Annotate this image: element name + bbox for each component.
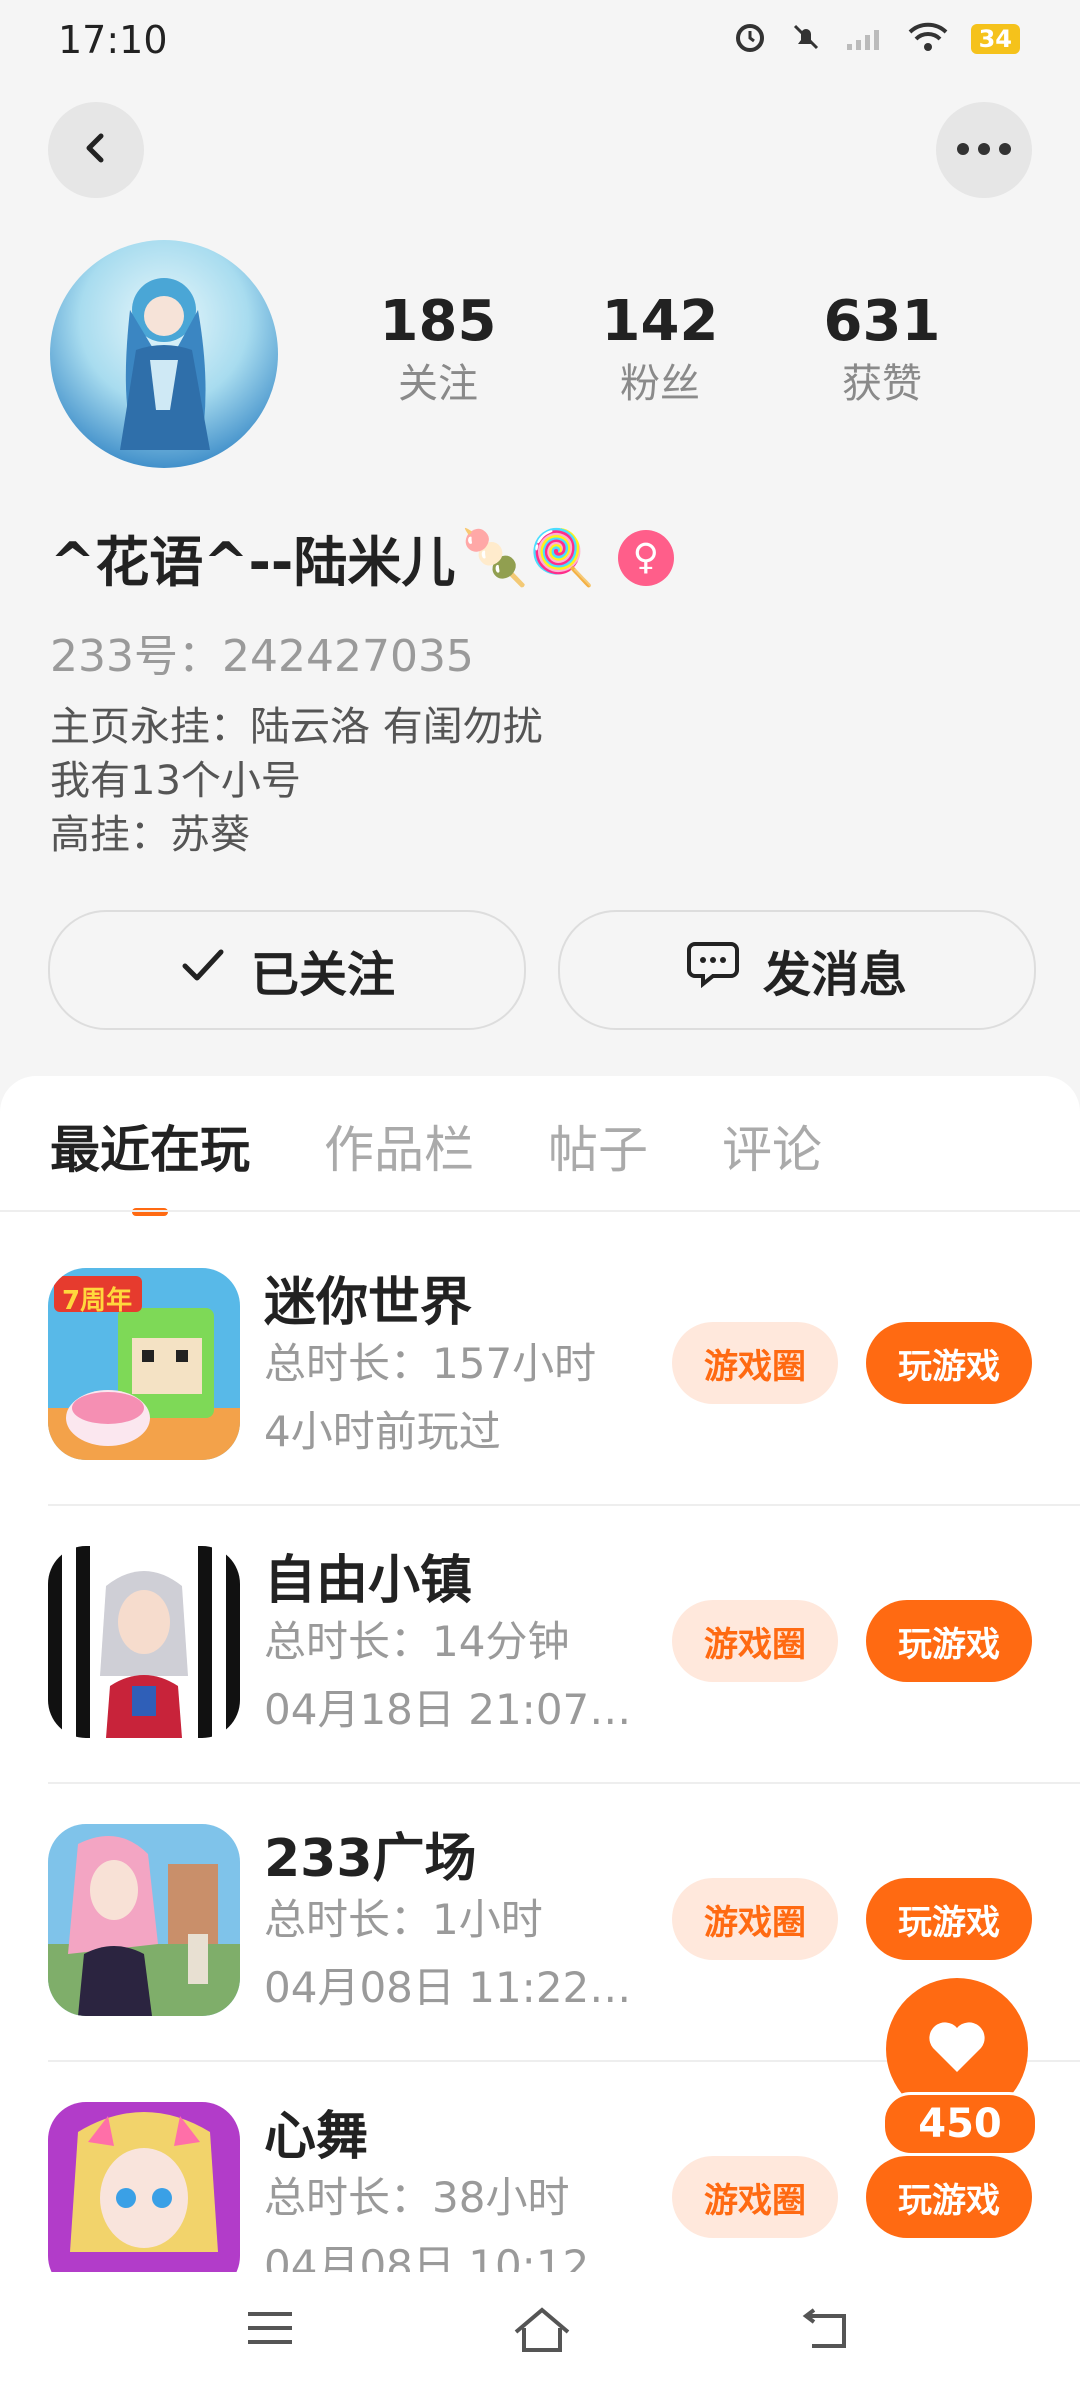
game-last-played: 04月18日 21:07… [264, 1685, 632, 1734]
menu-icon[interactable] [244, 2306, 296, 2354]
stat-following[interactable]: 185 关注 [358, 290, 518, 414]
profile-name-row: ^花语^--陆米儿 🍡🍭 ♀ [50, 518, 674, 597]
check-icon [179, 942, 227, 998]
alarm-icon [733, 20, 767, 58]
game-icon-mini-world: 7周年 [48, 1268, 240, 1460]
tab-recent-playing[interactable]: 最近在玩 [50, 1110, 250, 1216]
game-duration: 总时长：1小时 [264, 1895, 543, 1944]
game-duration: 总时长：157小时 [264, 1339, 597, 1388]
play-game-button[interactable]: 玩游戏 [866, 1322, 1032, 1404]
play-game-button[interactable]: 玩游戏 [866, 2156, 1032, 2238]
battery-indicator: 34 [970, 24, 1020, 54]
heart-icon [927, 2020, 987, 2078]
name-emojis: 🍡🍭 [461, 525, 596, 589]
bio-line: 我有13个小号 [50, 758, 301, 804]
tab-divider [0, 1210, 1080, 1212]
wifi-icon [907, 21, 949, 57]
game-last-played: 04月08日 11:22… [264, 1963, 632, 2012]
message-label: 发消息 [762, 947, 907, 1003]
anniversary-badge: 7周年 [62, 1286, 133, 1316]
following-button[interactable]: 已关注 [48, 910, 526, 1030]
system-nav-bar [0, 2272, 1080, 2400]
avatar[interactable] [50, 240, 278, 468]
stat-label: 粉丝 [620, 361, 700, 407]
game-last-played: 4小时前玩过 [264, 1407, 501, 1456]
following-label: 已关注 [250, 947, 395, 1003]
list-item[interactable]: 自由小镇 总时长：14分钟 04月18日 21:07… 游戏圈 玩游戏 [0, 1506, 1080, 1784]
stat-value: 142 [601, 289, 719, 354]
game-title: 233广场 [264, 1829, 477, 1889]
play-game-button[interactable]: 玩游戏 [866, 1878, 1032, 1960]
signal-icon [845, 22, 885, 56]
chevron-left-icon [78, 130, 114, 170]
status-time: 17:10 [58, 18, 168, 62]
stat-label: 获赞 [842, 361, 922, 407]
stat-likes[interactable]: 631 获赞 [802, 290, 962, 414]
game-title: 自由小镇 [264, 1551, 473, 1611]
game-last-played: 04月08日 10:12… [264, 2241, 632, 2272]
back-nav-icon[interactable] [800, 2306, 852, 2358]
bio-line: 高挂：苏葵 [50, 812, 250, 858]
profile-tabs: 最近在玩 作品栏 帖子 评论 [50, 1110, 822, 1216]
female-gender-icon: ♀ [617, 529, 674, 586]
tab-posts[interactable]: 帖子 [548, 1110, 648, 1182]
status-bar: 17:10 34 [0, 0, 1080, 80]
bio-line: 主页永挂：陆云洛 有闺勿扰 [50, 704, 543, 750]
like-count: 450 [882, 2092, 1038, 2156]
profile-bio: 主页永挂：陆云洛 有闺勿扰 我有13个小号 高挂：苏葵 [50, 700, 543, 862]
message-button[interactable]: 发消息 [558, 910, 1036, 1030]
game-circle-button[interactable]: 游戏圈 [672, 1600, 838, 1682]
play-game-button[interactable]: 玩游戏 [866, 1600, 1032, 1682]
stat-label: 关注 [398, 361, 478, 407]
user-id: 233号：242427035 [50, 631, 474, 682]
game-duration: 总时长：14分钟 [264, 1617, 570, 1666]
status-icons: 34 [733, 20, 1020, 58]
game-icon-233-plaza [48, 1824, 240, 2016]
game-icon-heart-dance [48, 2102, 240, 2272]
game-icon-free-town [48, 1546, 240, 1738]
home-icon[interactable] [512, 2306, 572, 2358]
tab-works[interactable]: 作品栏 [324, 1110, 474, 1182]
more-button[interactable] [936, 102, 1032, 198]
mute-icon [789, 20, 823, 58]
game-circle-button[interactable]: 游戏圈 [672, 1878, 838, 1960]
game-title: 迷你世界 [264, 1273, 473, 1333]
more-horizontal-icon [956, 141, 1012, 160]
game-duration: 总时长：38小时 [264, 2173, 570, 2222]
stat-fans[interactable]: 142 粉丝 [580, 290, 740, 414]
game-circle-button[interactable]: 游戏圈 [672, 1322, 838, 1404]
back-button[interactable] [48, 102, 144, 198]
tab-comments[interactable]: 评论 [722, 1110, 822, 1182]
profile-name: ^花语^--陆米儿 [50, 531, 456, 594]
stat-value: 185 [379, 289, 497, 354]
game-title: 心舞 [264, 2107, 369, 2167]
game-circle-button[interactable]: 游戏圈 [672, 2156, 838, 2238]
list-item[interactable]: 7周年 迷你世界 总时长：157小时 4小时前玩过 游戏圈 玩游戏 [0, 1228, 1080, 1506]
stat-value: 631 [823, 289, 941, 354]
chat-bubble-icon [686, 940, 739, 1000]
